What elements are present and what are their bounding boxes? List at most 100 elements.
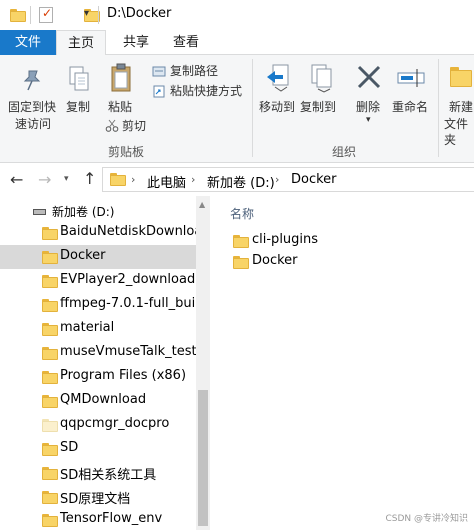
nav-item[interactable]: QMDownload	[0, 389, 196, 413]
rename-icon[interactable]	[397, 67, 425, 89]
address-row: ← → ▾ ↑ › 此电脑 › 新加卷 (D:) › Docker	[0, 163, 474, 196]
nav-drive-label: 新加卷 (D:)	[52, 205, 115, 219]
folder-icon	[42, 491, 58, 504]
breadcrumb-this-pc[interactable]: 此电脑	[147, 172, 186, 191]
scrollbar[interactable]: ▲	[196, 196, 210, 530]
cut-button[interactable]: 剪切	[122, 118, 146, 134]
ribbon: 固定到快 速访问 复制 粘贴 复制路径 粘贴快捷方式 剪切 剪贴板 移动到 复制…	[0, 55, 474, 163]
folder-icon	[42, 251, 58, 264]
folder-icon	[42, 514, 58, 527]
tab-share[interactable]: 共享	[118, 30, 154, 55]
copy-button[interactable]: 复制	[66, 99, 90, 115]
nav-item[interactable]: EVPlayer2_download	[0, 269, 196, 293]
folder-icon	[42, 347, 58, 360]
new-folder-label-1[interactable]: 新建	[449, 99, 473, 115]
breadcrumb-drive[interactable]: 新加卷 (D:)	[207, 172, 275, 191]
column-header-name[interactable]: 名称	[230, 205, 254, 222]
nav-item-label: TensorFlow_env	[60, 511, 163, 526]
folder-icon	[42, 299, 58, 312]
group-separator	[438, 59, 439, 157]
forward-arrow-icon[interactable]: →	[38, 170, 51, 189]
separator	[98, 6, 99, 24]
file-item-label: cli-plugins	[252, 232, 319, 247]
drive-icon	[33, 209, 46, 215]
ribbon-tabs: 文件 主页 共享 查看	[0, 30, 474, 56]
breadcrumb-docker[interactable]: Docker	[291, 172, 337, 187]
new-folder-label-2[interactable]: 文件夹	[444, 116, 474, 148]
copy-to-icon[interactable]	[308, 63, 334, 93]
nav-item[interactable]: ffmpeg-7.0.1-full_build	[0, 293, 207, 317]
folder-icon	[42, 227, 58, 240]
scroll-up-icon[interactable]: ▲	[199, 200, 205, 209]
nav-item-label: ffmpeg-7.0.1-full_build	[60, 296, 208, 311]
nav-item[interactable]: BaiduNetdiskDownload	[0, 221, 211, 245]
new-folder-icon[interactable]	[450, 67, 472, 87]
paste-icon[interactable]	[110, 63, 132, 93]
copy-path-icon[interactable]	[152, 65, 166, 78]
chevron-right-icon[interactable]: ›	[275, 173, 279, 186]
address-bar[interactable]: › 此电脑 › 新加卷 (D:) › Docker	[102, 167, 474, 192]
nav-item[interactable]: Program Files (x86)	[0, 365, 196, 389]
nav-item-label: BaiduNetdiskDownload	[60, 224, 211, 239]
up-arrow-icon[interactable]: ↑	[83, 169, 96, 188]
organize-group-label: 组织	[332, 145, 357, 159]
move-to-icon[interactable]	[265, 63, 291, 93]
folder-icon	[42, 371, 58, 384]
chevron-right-icon[interactable]: ›	[131, 173, 135, 186]
nav-item-label: SD	[60, 440, 79, 455]
folder-icon	[233, 256, 249, 269]
nav-item-label: SD原理文档	[60, 492, 131, 507]
file-item[interactable]: Docker	[230, 252, 430, 272]
copy-to-button[interactable]: 复制到	[300, 99, 336, 115]
pin-icon[interactable]	[22, 69, 42, 91]
nav-item-label: museVmuseTalk_test	[60, 344, 197, 359]
nav-item-selected[interactable]: Docker	[0, 245, 196, 269]
rename-button[interactable]: 重命名	[392, 99, 428, 115]
delete-icon[interactable]	[356, 64, 382, 90]
nav-item[interactable]: TensorFlow_env	[0, 508, 196, 530]
delete-dropdown-icon[interactable]: ▾	[366, 112, 371, 128]
folder-icon	[42, 395, 58, 408]
tab-view[interactable]: 查看	[168, 30, 204, 55]
tab-home[interactable]: 主页	[56, 30, 106, 56]
copy-icon[interactable]	[68, 65, 90, 93]
clipboard-group-label: 剪贴板	[108, 145, 145, 159]
nav-item-label: Program Files (x86)	[60, 368, 187, 383]
folder-icon	[42, 275, 58, 288]
pin-label-1[interactable]: 固定到快	[8, 99, 56, 115]
move-to-button[interactable]: 移动到	[259, 99, 295, 115]
folder-icon	[42, 467, 58, 480]
scrollbar-thumb[interactable]	[198, 390, 208, 526]
nav-item[interactable]: SD	[0, 437, 196, 461]
pin-label-2[interactable]: 速访问	[15, 116, 51, 132]
title-bar: ▾ D:\Docker	[0, 0, 474, 30]
file-item[interactable]: cli-plugins	[230, 231, 430, 251]
nav-item-label: QMDownload	[60, 392, 147, 407]
file-item-label: Docker	[252, 253, 298, 268]
tab-file[interactable]: 文件	[0, 30, 56, 55]
nav-item-label: Docker	[60, 248, 106, 263]
folder-icon	[42, 419, 58, 432]
scissors-icon[interactable]	[105, 119, 119, 132]
navigation-pane: 新加卷 (D:) BaiduNetdiskDownload Docker EVP…	[0, 196, 211, 530]
nav-item-label: material	[60, 320, 115, 335]
paste-shortcut-button[interactable]: 粘贴快捷方式	[170, 83, 242, 99]
customize-toolbar-icon[interactable]: ▾	[84, 8, 89, 19]
nav-item-label: SD相关系统工具	[60, 468, 157, 483]
group-separator	[252, 59, 253, 157]
nav-item[interactable]: museVmuseTalk_test	[0, 341, 197, 365]
folder-icon	[42, 443, 58, 456]
nav-item-label: qqpcmgr_docpro	[60, 416, 170, 431]
back-arrow-icon[interactable]: ←	[10, 170, 23, 189]
properties-icon[interactable]	[39, 6, 53, 23]
nav-drive-d[interactable]: 新加卷 (D:)	[0, 199, 196, 223]
copy-path-button[interactable]: 复制路径	[170, 63, 218, 79]
nav-item[interactable]: SD相关系统工具	[0, 461, 196, 485]
nav-item[interactable]: material	[0, 317, 196, 341]
paste-shortcut-icon[interactable]	[152, 85, 166, 98]
recent-locations-icon[interactable]: ▾	[64, 174, 69, 184]
nav-item[interactable]: qqpcmgr_docpro	[0, 413, 196, 437]
paste-button[interactable]: 粘贴	[108, 99, 132, 115]
chevron-right-icon[interactable]: ›	[191, 173, 195, 186]
nav-item[interactable]: SD原理文档	[0, 485, 196, 509]
